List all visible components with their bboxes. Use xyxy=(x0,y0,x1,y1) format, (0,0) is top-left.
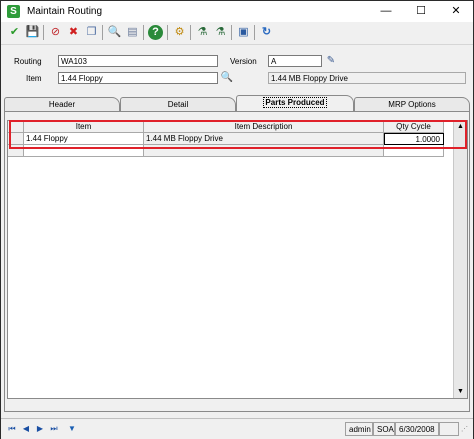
tab-mrp-options[interactable]: MRP Options xyxy=(354,97,470,111)
header-panel: Routing WA103 Version A ✎ Item 1.44 Flop… xyxy=(4,48,470,92)
filter-icon[interactable]: ⚗ xyxy=(195,25,210,40)
status-company: SOA xyxy=(373,422,395,436)
item-field[interactable]: 1.44 Floppy xyxy=(58,72,218,84)
version-field[interactable]: A xyxy=(268,55,322,67)
toolbar: ✔ 💾 ⊘ ✖ ❐ 🔍 ▤ ? ⚙ ⚗ ⚗ ▣ ↻ xyxy=(1,22,473,45)
column-header-qty-cycle[interactable]: Qty Cycle xyxy=(384,121,444,133)
grid-cell-item-description-new xyxy=(144,145,384,157)
toolbar-separator xyxy=(143,25,144,40)
app-logo-icon: S xyxy=(7,5,20,18)
tab-detail[interactable]: Detail xyxy=(120,97,236,111)
save-icon[interactable]: 💾 xyxy=(25,25,40,40)
grid-cell-item-new[interactable] xyxy=(24,145,144,157)
main-window: S Maintain Routing — ☐ ✕ ✔ 💾 ⊘ ✖ ❐ 🔍 ▤ ?… xyxy=(0,0,474,439)
tab-label: Header xyxy=(48,100,76,109)
cog-icon[interactable]: ⚙ xyxy=(172,25,187,40)
refresh-icon[interactable]: ↻ xyxy=(259,25,274,40)
item-lookup-icon[interactable]: 🔍 xyxy=(220,71,234,84)
previous-record-icon[interactable]: ◀ xyxy=(21,423,31,435)
status-user: admin xyxy=(345,422,373,436)
routing-label: Routing xyxy=(14,57,42,66)
memo-icon[interactable]: ▣ xyxy=(236,25,251,40)
cancel-icon[interactable]: ✖ xyxy=(66,25,81,40)
column-header-item-description[interactable]: Item Description xyxy=(144,121,384,133)
toolbar-separator xyxy=(190,25,191,40)
toolbar-separator xyxy=(102,25,103,40)
notes-icon[interactable]: ▤ xyxy=(125,25,140,40)
item-label: Item xyxy=(26,74,42,83)
tab-strip: Header Detail Parts Produced MRP Options xyxy=(4,95,470,111)
toolbar-separator xyxy=(167,25,168,40)
status-date: 6/30/2008 xyxy=(395,422,439,436)
grid-vertical-scrollbar[interactable]: ▲ ▼ xyxy=(453,121,467,398)
tab-label: MRP Options xyxy=(388,100,436,109)
accept-icon[interactable]: ✔ xyxy=(7,25,22,40)
maximize-button[interactable]: ☐ xyxy=(404,1,438,22)
toolbar-separator xyxy=(231,25,232,40)
status-extra-panel xyxy=(439,422,459,436)
grid-cell-qty-cycle-new[interactable] xyxy=(384,145,444,157)
grid-cell-item[interactable]: 1.44 Floppy xyxy=(24,133,144,145)
lookup-icon[interactable]: 🔍 xyxy=(107,25,122,40)
toolbar-separator xyxy=(43,25,44,40)
delete-icon[interactable]: ⊘ xyxy=(48,25,63,40)
grid-cell-qty-cycle[interactable]: 1.0000 xyxy=(384,133,444,145)
row-selector[interactable] xyxy=(8,145,24,157)
first-record-icon[interactable]: ⏮ xyxy=(7,423,17,435)
tab-label: Detail xyxy=(167,100,189,109)
tab-header[interactable]: Header xyxy=(4,97,120,111)
window-title: Maintain Routing xyxy=(27,6,103,17)
next-record-icon[interactable]: ▶ xyxy=(35,423,45,435)
close-button[interactable]: ✕ xyxy=(439,1,473,22)
grid-cell-item-description: 1.44 MB Floppy Drive xyxy=(144,133,384,145)
minimize-button[interactable]: — xyxy=(369,1,403,22)
tab-parts-produced[interactable]: Parts Produced xyxy=(236,95,354,111)
column-header-item[interactable]: Item xyxy=(24,121,144,133)
scroll-down-arrow-icon[interactable]: ▼ xyxy=(454,386,467,398)
tab-label: Parts Produced xyxy=(263,97,327,108)
status-bar: ⏮ ◀ ▶ ⏭ ▼ admin SOA 6/30/2008 ⋰ xyxy=(1,418,473,439)
resize-grip-icon[interactable]: ⋰ xyxy=(461,425,468,433)
parts-produced-grid: Item Item Description Qty Cycle 1.44 Flo… xyxy=(7,120,468,399)
item-description-field: 1.44 MB Floppy Drive xyxy=(268,72,466,84)
copy-icon[interactable]: ❐ xyxy=(84,25,99,40)
version-lookup-icon[interactable]: ✎ xyxy=(324,54,338,67)
version-label: Version xyxy=(230,57,257,66)
title-bar: S Maintain Routing — ☐ ✕ xyxy=(1,1,473,22)
routing-field[interactable]: WA103 xyxy=(58,55,218,67)
scroll-up-arrow-icon[interactable]: ▲ xyxy=(454,121,467,133)
toolbar-separator xyxy=(254,25,255,40)
clear-filter-icon[interactable]: ⚗ xyxy=(213,25,228,40)
filter-icon[interactable]: ▼ xyxy=(65,423,79,435)
row-selector-header xyxy=(8,121,24,133)
last-record-icon[interactable]: ⏭ xyxy=(49,423,59,435)
row-selector[interactable] xyxy=(8,133,24,145)
help-icon[interactable]: ? xyxy=(148,25,163,40)
